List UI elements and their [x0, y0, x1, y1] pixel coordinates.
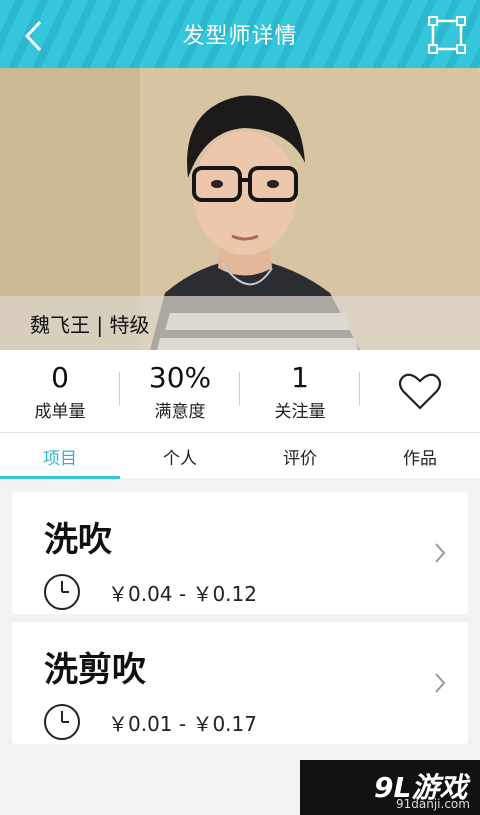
stat-label: 满意度 — [154, 401, 206, 422]
stat-label: 成单量 — [34, 401, 86, 422]
tab-services[interactable]: 项目 — [0, 433, 120, 479]
stat-value: 1 — [291, 360, 309, 394]
stat-followers: 1 关注量 — [240, 350, 360, 432]
service-price: ￥0.01 - ￥0.17 — [108, 712, 257, 736]
back-arrow-icon — [24, 20, 42, 52]
site-watermark: 9L游戏 91danji.com — [300, 760, 480, 815]
clock-icon — [44, 574, 80, 610]
service-name: 洗吹 — [44, 520, 112, 560]
tab-reviews[interactable]: 评价 — [240, 433, 360, 479]
stat-value: 0 — [51, 360, 69, 394]
service-card[interactable]: 洗吹 ￥0.04 - ￥0.12 — [12, 492, 468, 614]
clock-icon — [44, 704, 80, 740]
page-title: 发型师详情 — [182, 24, 298, 49]
tab-works[interactable]: 作品 — [360, 433, 480, 479]
fullscreen-button[interactable] — [426, 14, 468, 56]
stylist-name: 魏飞王 | 特级 — [30, 312, 150, 337]
stylist-photo: 魏飞王 | 特级 — [0, 68, 480, 350]
stat-satisfaction: 30% 满意度 — [120, 350, 240, 432]
service-price: ￥0.04 - ￥0.12 — [108, 582, 257, 606]
stats-bar: 0 成单量 30% 满意度 1 关注量 — [0, 350, 480, 432]
tab-bar: 项目 个人 评价 作品 — [0, 432, 480, 479]
back-button[interactable] — [14, 16, 54, 56]
top-bar: 发型师详情 — [0, 0, 480, 68]
service-name: 洗剪吹 — [44, 650, 146, 690]
divider — [359, 372, 360, 406]
stat-orders: 0 成单量 — [0, 350, 120, 432]
watermark-url: 91danji.com — [396, 797, 470, 811]
service-card[interactable]: 洗剪吹 ￥0.01 - ￥0.17 — [12, 622, 468, 744]
follow-button[interactable] — [360, 350, 480, 432]
heart-icon — [398, 373, 442, 410]
chevron-right-icon — [435, 673, 446, 693]
stylist-name-band: 魏飞王 | 特级 — [0, 296, 480, 350]
tab-personal[interactable]: 个人 — [120, 433, 240, 479]
frame-icon — [428, 16, 466, 54]
stat-label: 关注量 — [274, 401, 326, 422]
stat-value: 30% — [148, 360, 212, 394]
chevron-right-icon — [435, 543, 446, 563]
